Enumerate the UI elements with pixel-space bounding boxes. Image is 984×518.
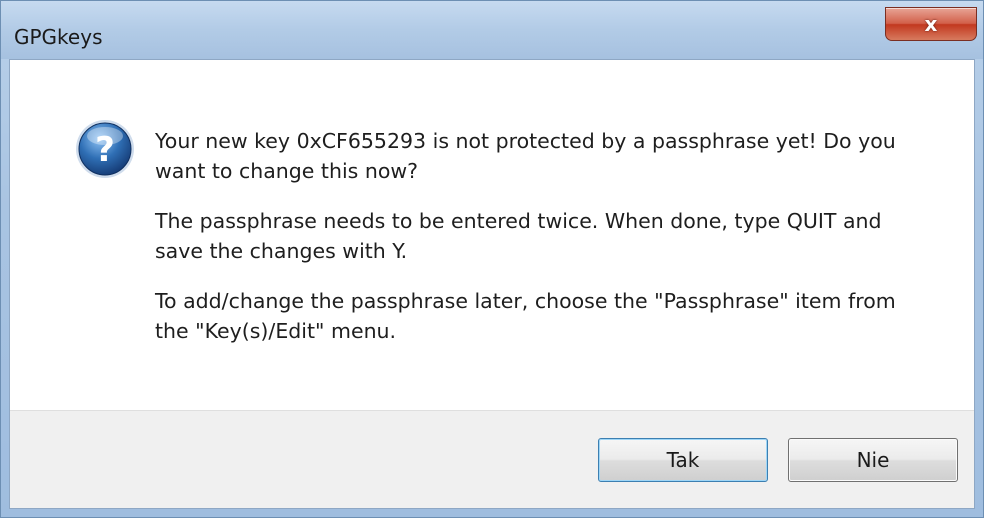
title-bar[interactable]: GPGkeys x <box>1 1 983 59</box>
message-area: ? Your new key 0xCF655293 is not protect… <box>10 60 974 410</box>
message-paragraph-1: Your new key 0xCF655293 is not protected… <box>155 129 896 183</box>
dialog-window: GPGkeys x ? Your new key 0xCF655293 is n… <box>0 0 984 518</box>
button-bar: Tak Nie <box>10 410 974 508</box>
window-title: GPGkeys <box>14 25 103 49</box>
svg-text:?: ? <box>95 130 115 170</box>
no-button[interactable]: Nie <box>788 438 958 482</box>
question-icon: ? <box>76 120 134 178</box>
close-icon: x <box>924 12 938 36</box>
dialog-message: Your new key 0xCF655293 is not protected… <box>155 126 925 366</box>
close-button[interactable]: x <box>885 7 977 41</box>
message-paragraph-3: To add/change the passphrase later, choo… <box>155 289 896 343</box>
message-paragraph-2: The passphrase needs to be entered twice… <box>155 209 882 263</box>
dialog-client: ? Your new key 0xCF655293 is not protect… <box>9 59 975 509</box>
yes-button[interactable]: Tak <box>598 438 768 482</box>
